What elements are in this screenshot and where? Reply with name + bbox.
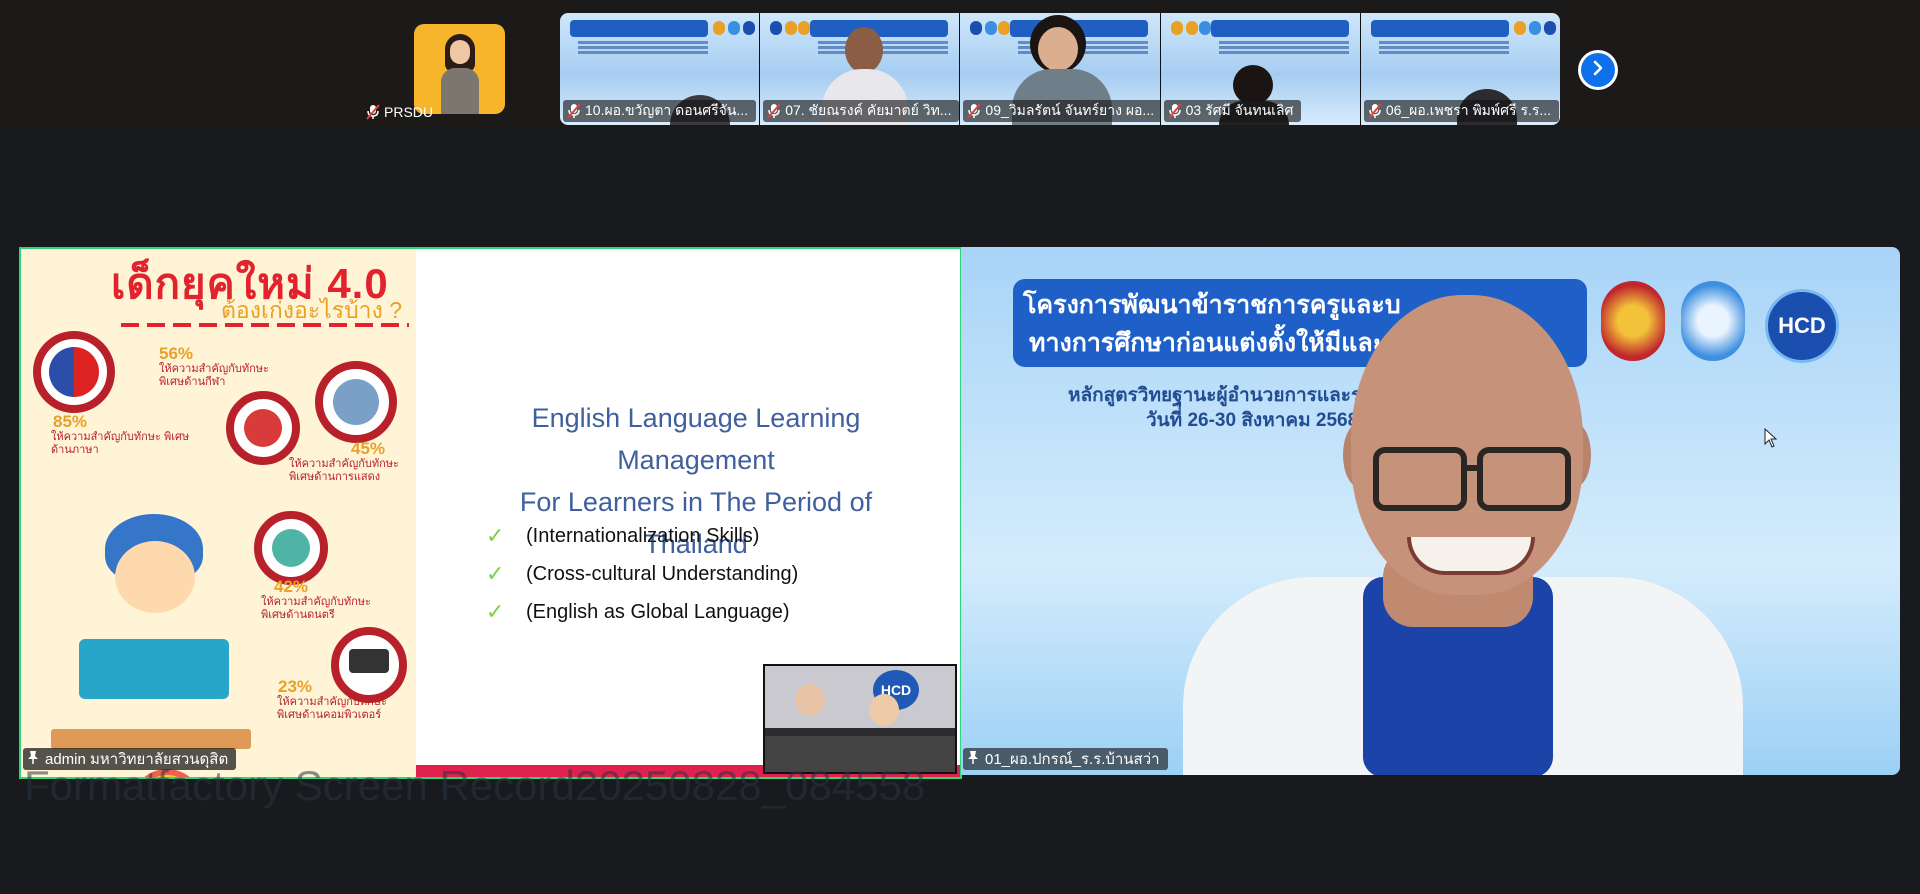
gallery-tile[interactable]: 10.ผอ.ขวัญตา ดอนศรีจัน... (560, 13, 761, 125)
ministry-seal-icon (1601, 281, 1665, 361)
participant-name-label: 06_ผอ.เพชรา พิมพ์ศรี ร.ร... (1363, 100, 1560, 122)
check-icon: ✓ (486, 599, 505, 624)
bullet-text: (English as Global Language) (526, 600, 790, 623)
mic-off-icon (767, 103, 781, 119)
speaker-mouth (1407, 537, 1535, 575)
participant-name: 03 รัศมี จันทนเลิศ (1185, 102, 1294, 118)
mic-off-icon (1368, 103, 1382, 119)
next-page-button[interactable] (1578, 50, 1618, 90)
check-icon: ✓ (486, 561, 505, 586)
presenter-pip-video[interactable]: HCD (763, 664, 957, 774)
chevron-right-icon (1590, 60, 1606, 81)
participant-name-label: 10.ผอ.ขวัญตา ดอนศรีจัน... (563, 100, 757, 122)
book-illustration (79, 639, 229, 699)
stat-percent: 85% (53, 412, 88, 431)
stat-percent: 23% (278, 677, 313, 696)
bullet-item: ✓ (Cross-cultural Understanding) (486, 555, 798, 593)
glasses (1461, 465, 1479, 471)
infographic-panel: เด็กยุคใหม่ 4.0 ต้องเก่งอะไรบ้าง ? 56% ใ… (21, 249, 416, 777)
stat-description: ให้ความสำคัญกับทักษะ พิเศษด้านกีฬา (159, 363, 269, 388)
participant-name: 06_ผอ.เพชรา พิมพ์ศรี ร.ร... (1385, 102, 1552, 118)
gallery-strip: 10.ผอ.ขวัญตา ดอนศรีจัน... 07. ชัยณรงค์ ค… (560, 13, 1560, 125)
computer-icon (331, 627, 407, 703)
check-icon: ✓ (486, 523, 505, 548)
gallery-tile[interactable]: 03 รัศมี จันทนเลิศ (1160, 13, 1361, 125)
drama-icon (315, 361, 397, 443)
stat-description: ให้ความสำคัญกับทักษะ พิเศษด้านการแสดง (289, 458, 399, 483)
gallery-tile[interactable]: 09_วิมลรัตน์ จันทร์ยาง ผอ... (960, 13, 1161, 125)
language-icon (33, 331, 115, 413)
pin-icon (967, 750, 979, 768)
slide-title-line: English Language Learning Management (531, 403, 861, 475)
university-seal-icon (1681, 281, 1745, 361)
hcd-logo: HCD (1765, 289, 1839, 363)
gallery-tile[interactable]: 07. ชัยณรงค์ คัยมาตย์ วิท... (760, 13, 961, 125)
participant-name-label: PRSDU (362, 101, 441, 123)
gallery-tile[interactable]: 06_ผอ.เพชรา พิมพ์ศรี ร.ร... (1360, 13, 1560, 125)
participant-name-label: 09_วิมลรัตน์ จันทร์ยาง ผอ... (963, 100, 1160, 122)
date-text: วันที่ 26-30 สิงหาคม 2568 (1146, 410, 1359, 431)
banner-text: โครงการพัฒนาข้าราชการครูและบ (1023, 291, 1401, 319)
mouse-pointer-icon (1764, 427, 1778, 453)
stat-percent: 42% (274, 577, 309, 596)
banner-text: ทางการศึกษาก่อนแต่งตั้งให้มีและเ (1029, 329, 1395, 357)
participant-name: PRSDU (384, 104, 434, 120)
music-icon (254, 511, 328, 585)
mic-off-icon (567, 103, 581, 119)
sports-icon (226, 391, 300, 465)
speaker-name: 01_ผอ.ปกรณ์_ร.ร.บ้านสว่า (985, 751, 1160, 768)
bullet-item: ✓ (English as Global Language) (486, 593, 798, 631)
participant-name: 07. ชัยณรงค์ คัยมาตย์ วิท... (785, 102, 952, 118)
mic-off-icon (967, 103, 982, 119)
stat-percent: 56% (159, 344, 194, 363)
bullet-text: (Internationalization Skills) (526, 524, 760, 547)
stat-description: ให้ความสำคัญกับทักษะ พิเศษด้านคอมพิวเตอร… (277, 696, 387, 721)
glasses (1477, 447, 1571, 511)
bullet-text: (Cross-cultural Understanding) (526, 562, 799, 585)
glasses (1373, 447, 1467, 511)
recording-watermark: Formatfactory Screen Record20250828_0845… (24, 762, 926, 809)
mic-off-icon (366, 104, 380, 120)
kid-face (115, 541, 195, 613)
mic-off-icon (1167, 103, 1182, 119)
speaker-name-label: 01_ผอ.ปกรณ์_ร.ร.บ้านสว่า (963, 748, 1168, 770)
stat-percent: 45% (351, 439, 386, 458)
participant-name-label: 03 รัศมี จันทนเลิศ (1163, 100, 1302, 122)
participant-name: 09_วิมลรัตน์ จันทร์ยาง ผอ... (985, 102, 1155, 118)
bullet-list: ✓ (Internationalization Skills) ✓ (Cross-c… (486, 517, 798, 631)
bullet-item: ✓ (Internationalization Skills) (486, 517, 798, 555)
stat-description: ให้ความสำคัญกับทักษะ พิเศษด้านภาษา (51, 431, 190, 456)
stat-description: ให้ความสำคัญกับทักษะ พิเศษด้านดนตรี (261, 596, 371, 621)
self-view-tile[interactable]: PRSDU (360, 13, 506, 125)
participant-name: 10.ผอ.ขวัญตา ดอนศรีจัน... (585, 102, 749, 118)
participant-name-label: 07. ชัยณรงค์ คัยมาตย์ วิท... (763, 100, 960, 122)
speaker-video-tile[interactable]: โครงการพัฒนาข้าราชการครูและบ ทางการศึกษา… (961, 247, 1900, 775)
desk-illustration (51, 729, 251, 749)
